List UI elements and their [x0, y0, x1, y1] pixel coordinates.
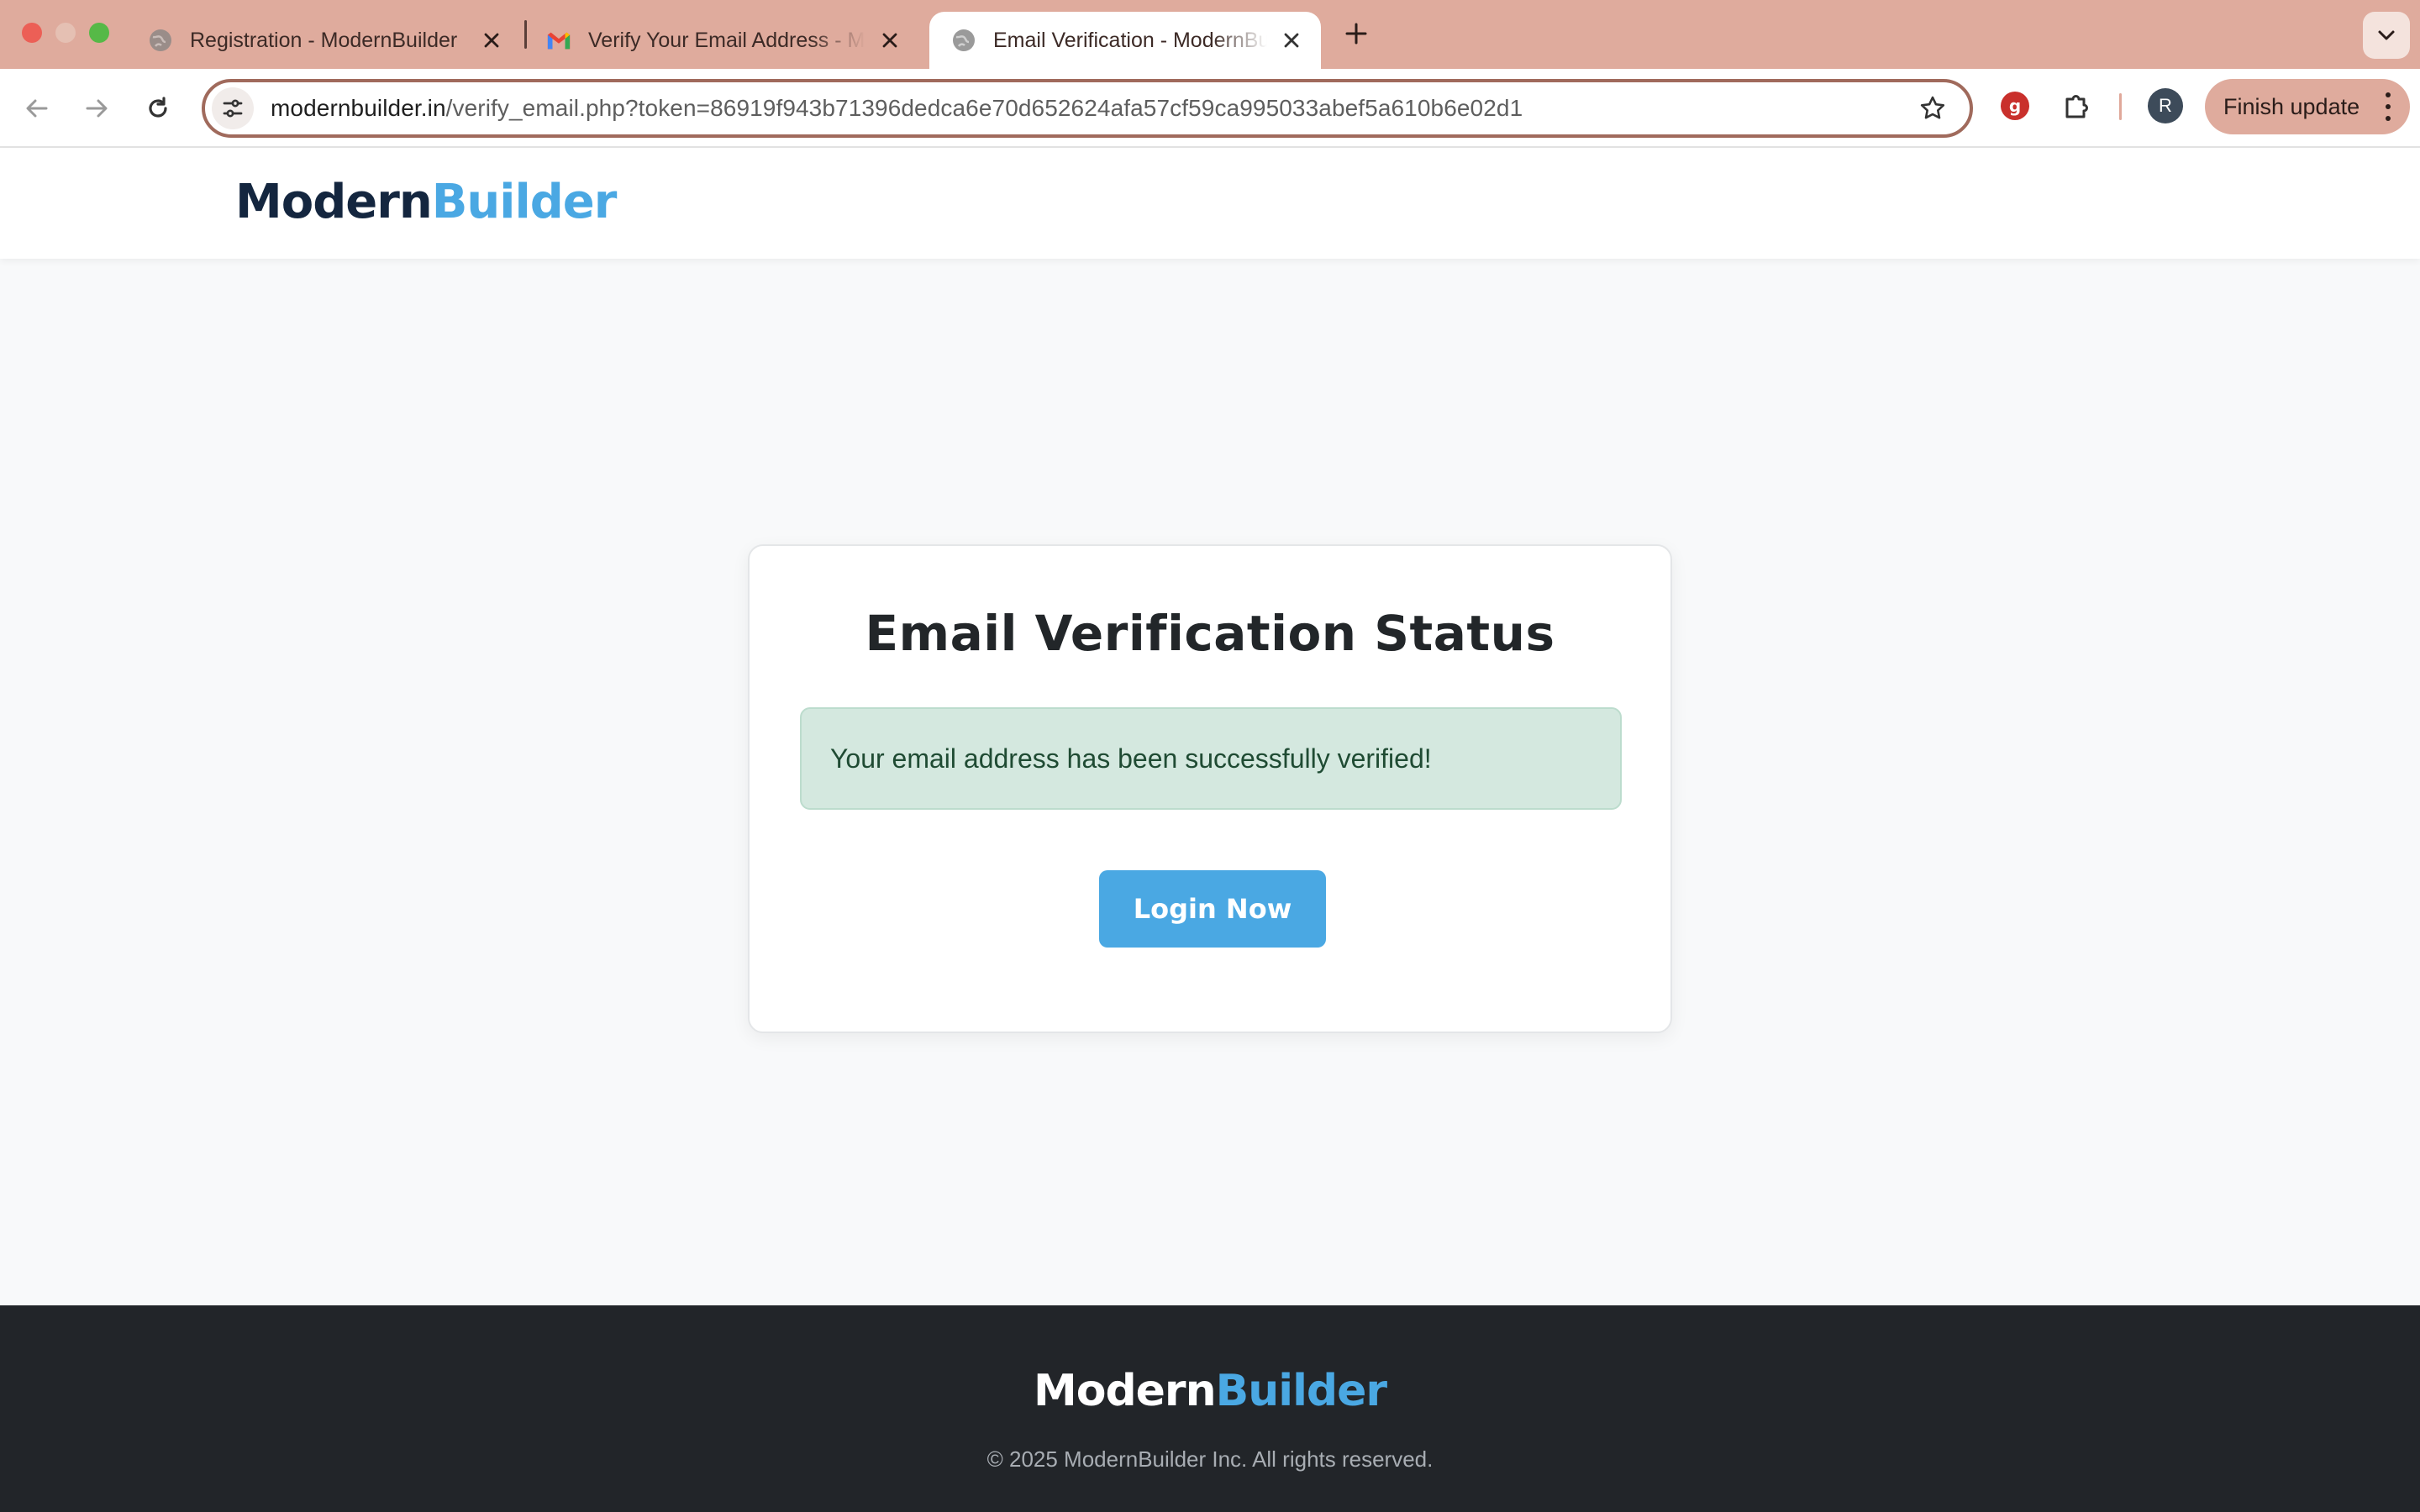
copyright-text: © 2025 ModernBuilder Inc. All rights res… — [986, 1446, 1434, 1472]
site-info-icon[interactable] — [212, 87, 254, 129]
profile-avatar[interactable]: R — [2148, 88, 2183, 123]
svg-text:g: g — [2009, 96, 2021, 116]
logo-part-modern: Modern — [1033, 1366, 1217, 1416]
page-title: Email Verification Status — [865, 605, 1555, 662]
success-message: Your email address has been successfully… — [830, 743, 1432, 774]
tab-search-button[interactable] — [2363, 12, 2410, 59]
success-alert: Your email address has been successfully… — [800, 707, 1622, 810]
tab-gmail-verify[interactable]: Verify Your Email Address - M — [524, 12, 919, 69]
logo-part-modern: Modern — [235, 175, 433, 229]
arrow-left-icon — [26, 99, 48, 118]
maximize-window-button[interactable] — [89, 23, 109, 43]
minimize-window-button[interactable] — [55, 23, 76, 43]
close-window-button[interactable] — [22, 23, 42, 43]
toolbar-divider — [2119, 93, 2122, 120]
new-tab-button[interactable] — [1341, 17, 1371, 50]
tab-email-verification[interactable]: Email Verification - ModernBu — [929, 12, 1321, 69]
tab-title: Verify Your Email Address - M — [588, 28, 865, 52]
more-vert-icon — [2385, 92, 2391, 121]
reload-icon — [149, 97, 167, 118]
grammarly-extension-icon[interactable]: g — [1996, 87, 2033, 124]
back-button[interactable] — [17, 88, 57, 129]
url-host: modernbuilder.in — [271, 95, 446, 121]
address-bar[interactable]: modernbuilder.in/verify_email.php?token=… — [202, 79, 1973, 138]
forward-button[interactable] — [76, 88, 117, 129]
tab-title: Email Verification - ModernBu — [993, 28, 1267, 52]
close-icon[interactable] — [479, 28, 504, 53]
plus-icon — [1345, 23, 1367, 45]
url-text: modernbuilder.in/verify_email.php?token=… — [271, 95, 1914, 122]
tab-title: Registration - ModernBuilder — [190, 28, 458, 52]
chevron-down-icon — [2378, 30, 2395, 40]
browser-toolbar: modernbuilder.in/verify_email.php?token=… — [0, 69, 2420, 148]
browser-tab-strip: Registration - ModernBuilder Verify Your… — [0, 0, 2420, 69]
tab-registration[interactable]: Registration - ModernBuilder — [126, 12, 521, 69]
bookmark-star-icon[interactable] — [1914, 90, 1951, 127]
logo-part-builder: Builder — [1215, 1366, 1387, 1416]
extensions-puzzle-icon[interactable] — [2059, 87, 2096, 124]
site-header: ModernBuilder — [0, 148, 2420, 259]
verification-card: Email Verification Status Your email add… — [748, 544, 1672, 1033]
arrow-right-icon — [86, 99, 108, 118]
site-logo[interactable]: ModernBuilder — [235, 175, 618, 229]
site-footer: ModernBuilder © 2025 ModernBuilder Inc. … — [0, 1305, 2420, 1512]
finish-update-button[interactable]: Finish update — [2205, 79, 2410, 134]
globe-icon — [148, 28, 173, 53]
logo-part-builder: Builder — [431, 175, 618, 229]
url-path: /verify_email.php?token=86919f943b71396d… — [445, 95, 1523, 121]
close-icon[interactable] — [1279, 28, 1304, 53]
gmail-icon — [546, 28, 571, 53]
globe-icon — [951, 28, 976, 53]
login-now-button[interactable]: Login Now — [1099, 870, 1326, 948]
reload-button[interactable] — [138, 88, 178, 129]
finish-update-label: Finish update — [2223, 93, 2360, 119]
close-icon[interactable] — [877, 28, 902, 53]
footer-logo: ModernBuilder — [0, 1366, 2420, 1416]
